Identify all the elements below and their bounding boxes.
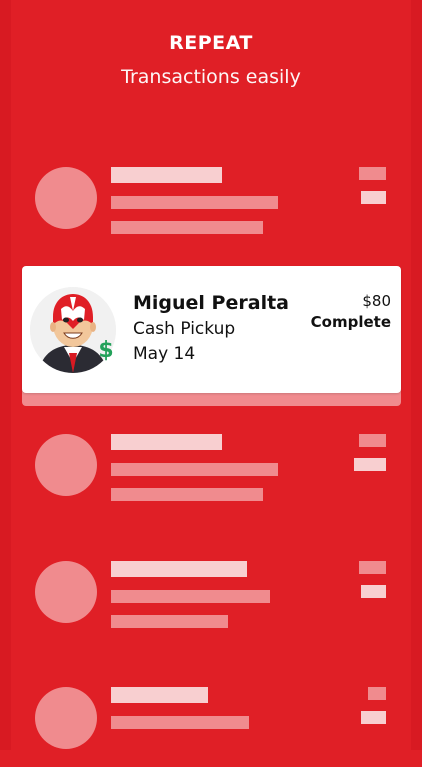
placeholder-line	[111, 716, 249, 729]
placeholder-transaction-row	[0, 561, 422, 641]
placeholder-status	[361, 585, 386, 598]
dollar-sign-icon: $	[98, 338, 114, 363]
status-badge: Complete	[310, 313, 391, 331]
placeholder-status	[361, 191, 386, 204]
placeholder-transaction-row	[0, 167, 422, 247]
recipient-name: Miguel Peralta	[133, 292, 289, 314]
transaction-amount: $80	[362, 292, 391, 310]
placeholder-avatar	[35, 434, 97, 496]
placeholder-amount	[359, 167, 386, 180]
transfer-type: Cash Pickup	[133, 319, 236, 339]
page-title: REPEAT	[169, 32, 253, 54]
page-subtitle: Transactions easily	[121, 66, 301, 88]
placeholder-line	[111, 463, 278, 476]
placeholder-transaction-row	[0, 687, 422, 767]
placeholder-avatar	[35, 167, 97, 229]
placeholder-line	[111, 590, 270, 603]
placeholder-amount	[368, 687, 386, 700]
placeholder-line	[111, 434, 222, 450]
placeholder-status	[354, 458, 386, 471]
placeholder-avatar	[35, 687, 97, 749]
placeholder-line	[111, 488, 263, 501]
placeholder-amount	[359, 434, 386, 447]
transaction-date: May 14	[133, 344, 196, 364]
placeholder-line	[111, 167, 222, 183]
placeholder-line	[111, 196, 278, 209]
placeholder-line	[111, 687, 208, 703]
placeholder-line	[111, 221, 263, 234]
placeholder-transaction-row	[0, 434, 422, 514]
placeholder-line	[111, 561, 247, 577]
transaction-card[interactable]: $ Miguel Peralta Cash Pickup May 14 $80 …	[22, 266, 401, 393]
placeholder-avatar	[35, 561, 97, 623]
placeholder-line	[111, 615, 228, 628]
placeholder-amount	[359, 561, 386, 574]
placeholder-status	[361, 711, 386, 724]
